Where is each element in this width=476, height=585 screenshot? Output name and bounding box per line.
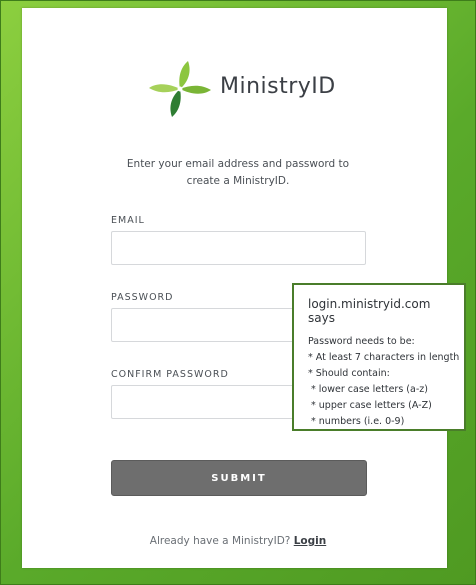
login-prompt: Already have a MinistryID? Login [0, 535, 476, 547]
dialog-line: * At least 7 characters in length [308, 352, 460, 363]
dialog-line: * Should contain: [308, 368, 390, 379]
email-field[interactable] [111, 231, 366, 265]
dialog-line: Password needs to be: [308, 336, 415, 347]
password-requirements-dialog: login.ministryid.com says Password needs… [292, 283, 466, 431]
login-prompt-text: Already have a MinistryID? [149, 535, 291, 547]
dialog-title: login.ministryid.com says [308, 297, 431, 325]
intro-text: Enter your email address and password to… [126, 158, 350, 187]
dialog-line: * lower case letters (a-z) [308, 384, 428, 395]
dialog-line: * upper case letters (A-Z) [308, 400, 432, 411]
leaf-star-logo-icon [149, 61, 211, 117]
email-label: EMAIL [111, 215, 145, 226]
brand-name: MinistryID [220, 74, 336, 99]
password-label: PASSWORD [111, 292, 174, 303]
dialog-line: * numbers (i.e. 0-9) [308, 416, 405, 427]
submit-button[interactable]: SUBMIT [111, 460, 367, 496]
confirm-password-label: CONFIRM PASSWORD [111, 369, 229, 380]
login-link[interactable]: Login [294, 535, 327, 547]
